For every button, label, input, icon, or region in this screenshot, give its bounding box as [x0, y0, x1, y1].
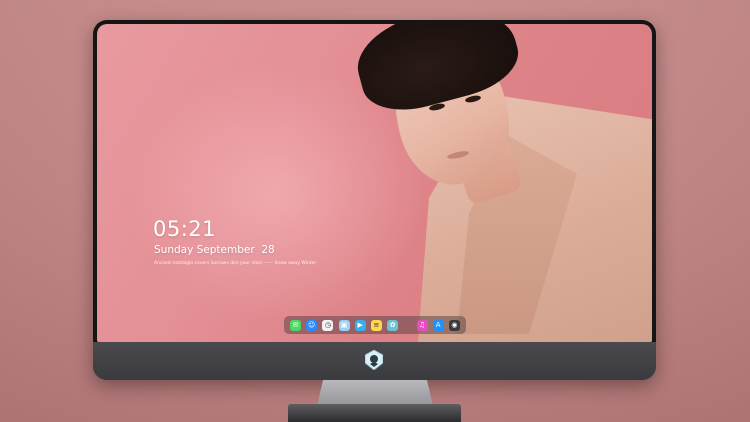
dock-item-finder[interactable]: ☺: [306, 319, 318, 331]
app-store-icon: A: [435, 320, 441, 329]
dock-item-photos[interactable]: ✿: [387, 319, 399, 331]
music-icon: ♫: [418, 320, 426, 329]
clock-icon: ◷: [324, 320, 331, 329]
dock-item-messages[interactable]: ✉: [290, 319, 301, 331]
finder-icon: ☺: [308, 320, 316, 329]
dock-item-notes[interactable]: ≡: [370, 319, 382, 331]
lockscreen-time: 05:21: [153, 217, 217, 241]
notes-icon: ≡: [373, 320, 380, 329]
wallpaper-portrait: [337, 24, 652, 342]
clapper-icon: ▶: [357, 320, 363, 329]
dock-item-app-store[interactable]: A: [432, 319, 444, 331]
monitor: 05:21 Sunday September 28 Ancient nostal…: [93, 20, 656, 380]
dock-item-preview[interactable]: ▣: [338, 319, 350, 331]
dock: ✉ ☺ ◷ ▣ ▶ ≡ ✿ ♫ A ◉: [284, 316, 466, 334]
dock-item-camera[interactable]: ◉: [448, 319, 460, 331]
lockscreen-quote: Ancient nostalgia covers Sorrows dim you…: [154, 261, 317, 266]
dock-item-final-cut[interactable]: ▶: [354, 319, 366, 331]
dock-item-music[interactable]: ♫: [416, 319, 428, 331]
monitor-chin: [93, 342, 656, 380]
preview-icon: ▣: [340, 320, 348, 329]
message-icon: ✉: [292, 320, 299, 329]
brand-logo-icon: [365, 350, 383, 370]
photos-icon: ✿: [389, 320, 396, 329]
camera-icon: ◉: [451, 320, 458, 329]
screen: 05:21 Sunday September 28 Ancient nostal…: [97, 24, 652, 342]
monitor-stand-base: [288, 404, 461, 422]
dock-item-clock[interactable]: ◷: [322, 319, 334, 331]
lockscreen-date: Sunday September 28: [154, 244, 275, 256]
